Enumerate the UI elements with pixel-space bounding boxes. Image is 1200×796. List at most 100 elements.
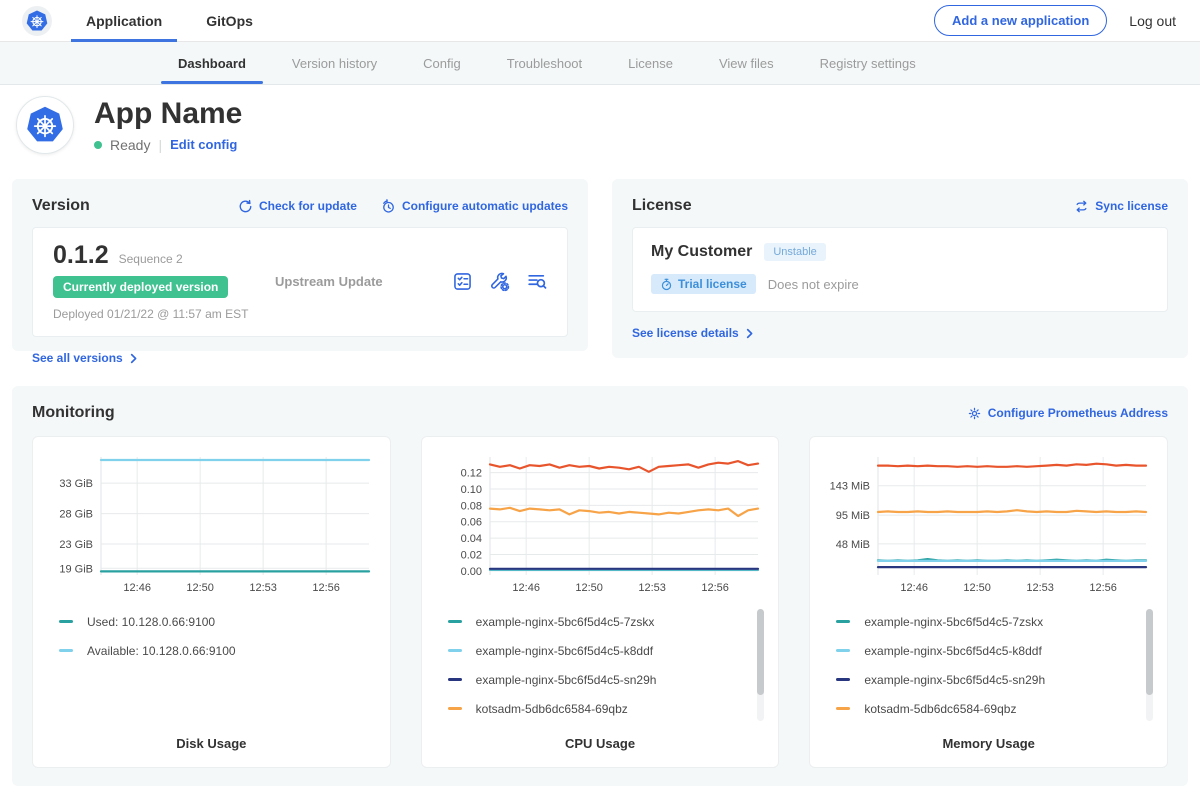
legend-item: kotsadm-5db6dc6584-69qbz (448, 694, 765, 723)
legend-scrollbar-track[interactable] (757, 609, 764, 721)
disk-usage-title: Disk Usage (47, 736, 376, 755)
preflight-checks-icon[interactable] (452, 271, 473, 292)
tab-troubleshoot[interactable]: Troubleshoot (507, 42, 582, 84)
svg-text:12:46: 12:46 (512, 582, 540, 594)
svg-text:0.00: 0.00 (460, 566, 481, 578)
svg-text:143 MiB: 143 MiB (830, 481, 870, 493)
svg-text:12:46: 12:46 (901, 582, 929, 594)
nav-tab-gitops[interactable]: GitOps (206, 0, 253, 42)
license-panel-title: License (632, 197, 692, 215)
version-number: 0.1.2 (53, 241, 109, 270)
license-details-card: My Customer Unstable Trial license Does … (632, 227, 1168, 312)
tab-config[interactable]: Config (423, 42, 461, 84)
see-all-versions-link[interactable]: See all versions (32, 351, 568, 365)
legend-swatch (448, 649, 462, 652)
kubernetes-logo-icon (22, 6, 52, 36)
svg-text:12:56: 12:56 (701, 582, 729, 594)
memory-usage-chart: 12:4612:5012:5312:5648 MiB95 MiB143 MiB (824, 449, 1152, 601)
svg-text:12:50: 12:50 (575, 582, 603, 594)
check-for-update-link[interactable]: Check for update (238, 199, 357, 214)
svg-text:12:50: 12:50 (186, 582, 214, 594)
legend-item: example-nginx-5bc6f5d4c5-7zskx (448, 607, 765, 636)
svg-text:0.08: 0.08 (460, 500, 481, 512)
svg-text:95 MiB: 95 MiB (836, 510, 870, 522)
memory-usage-legend: example-nginx-5bc6f5d4c5-7zskx example-n… (824, 607, 1153, 736)
license-panel: License Sync license My C (612, 179, 1188, 358)
license-expiration: Does not expire (768, 277, 859, 292)
legend-swatch (836, 649, 850, 652)
svg-text:12:53: 12:53 (1027, 582, 1055, 594)
svg-text:48 MiB: 48 MiB (836, 539, 870, 551)
version-source-label: Upstream Update (275, 274, 383, 289)
chevron-right-icon (128, 353, 139, 364)
channel-badge: Unstable (764, 243, 825, 261)
app-header: App Name Ready | Edit config (0, 85, 1200, 167)
legend-swatch (836, 678, 850, 681)
monitoring-panel: Monitoring Co (12, 386, 1188, 786)
svg-text:0.04: 0.04 (460, 533, 481, 545)
legend-swatch (448, 707, 462, 710)
configure-prometheus-link[interactable]: Configure Prometheus Address (967, 406, 1168, 421)
version-panel-title: Version (32, 197, 90, 215)
clock-refresh-icon (381, 199, 396, 214)
svg-text:0.10: 0.10 (460, 484, 481, 496)
cpu-usage-legend: example-nginx-5bc6f5d4c5-7zskx example-n… (436, 607, 765, 736)
logout-link[interactable]: Log out (1129, 13, 1176, 29)
tab-license[interactable]: License (628, 42, 673, 84)
cpu-usage-title: CPU Usage (436, 736, 765, 755)
top-navbar: Application GitOps Add a new application… (0, 0, 1200, 42)
gear-icon (967, 406, 982, 421)
legend-item: example-nginx-5bc6f5d4c5-sn29h (836, 665, 1153, 694)
legend-item: example-nginx-5bc6f5d4c5-k8ddf (448, 636, 765, 665)
legend-item: example-nginx-5bc6f5d4c5-sn29h (448, 665, 765, 694)
tab-registry-settings[interactable]: Registry settings (820, 42, 916, 84)
legend-scrollbar-thumb[interactable] (1146, 609, 1153, 695)
configure-automatic-updates-link[interactable]: Configure automatic updates (381, 199, 568, 214)
app-status: Ready (110, 137, 150, 153)
legend-swatch (448, 620, 462, 623)
stopwatch-icon (660, 278, 673, 291)
svg-text:28 GiB: 28 GiB (59, 509, 93, 521)
svg-text:0.02: 0.02 (460, 550, 481, 562)
disk-usage-chart: 12:4612:5012:5312:5619 GiB23 GiB28 GiB33… (47, 449, 375, 601)
refresh-icon (238, 199, 253, 214)
edit-config-link[interactable]: Edit config (170, 137, 237, 152)
svg-text:12:56: 12:56 (312, 582, 340, 594)
top-nav-tabs: Application GitOps (86, 0, 297, 42)
svg-text:19 GiB: 19 GiB (59, 563, 93, 575)
svg-text:0.12: 0.12 (460, 468, 481, 480)
cpu-usage-card: 12:4612:5012:5312:560.000.020.040.060.08… (421, 436, 780, 768)
svg-text:33 GiB: 33 GiB (59, 478, 93, 490)
legend-scrollbar-thumb[interactable] (757, 609, 764, 695)
tab-dashboard[interactable]: Dashboard (178, 42, 246, 84)
svg-text:12:50: 12:50 (964, 582, 992, 594)
svg-text:12:53: 12:53 (638, 582, 666, 594)
sequence-label: Sequence 2 (119, 252, 183, 266)
disk-usage-legend: Used: 10.128.0.66:9100 Available: 10.128… (47, 607, 376, 736)
legend-swatch (59, 649, 73, 652)
see-license-details-link[interactable]: See license details (632, 326, 1168, 340)
customer-name: My Customer (651, 243, 752, 261)
legend-item: Used: 10.128.0.66:9100 (59, 607, 376, 636)
version-panel: Version Check for update (12, 179, 588, 351)
currently-deployed-badge: Currently deployed version (53, 276, 228, 298)
legend-item: example-nginx-5bc6f5d4c5-7zskx (836, 607, 1153, 636)
deploy-logs-icon[interactable] (526, 271, 547, 292)
memory-usage-title: Memory Usage (824, 736, 1153, 755)
add-new-application-button[interactable]: Add a new application (934, 5, 1107, 36)
app-title: App Name (94, 98, 242, 130)
monitoring-title: Monitoring (32, 404, 115, 422)
app-avatar (16, 96, 74, 154)
sync-license-link[interactable]: Sync license (1074, 199, 1168, 214)
cpu-usage-chart: 12:4612:5012:5312:560.000.020.040.060.08… (436, 449, 764, 601)
svg-text:23 GiB: 23 GiB (59, 539, 93, 551)
status-dot (94, 141, 102, 149)
chevron-right-icon (744, 328, 755, 339)
app-sub-navbar: Dashboard Version history Config Trouble… (0, 42, 1200, 85)
nav-tab-application[interactable]: Application (86, 0, 162, 42)
legend-scrollbar-track[interactable] (1146, 609, 1153, 721)
disk-usage-card: 12:4612:5012:5312:5619 GiB23 GiB28 GiB33… (32, 436, 391, 768)
edit-config-icon[interactable] (489, 271, 510, 292)
tab-view-files[interactable]: View files (719, 42, 774, 84)
tab-version-history[interactable]: Version history (292, 42, 377, 84)
